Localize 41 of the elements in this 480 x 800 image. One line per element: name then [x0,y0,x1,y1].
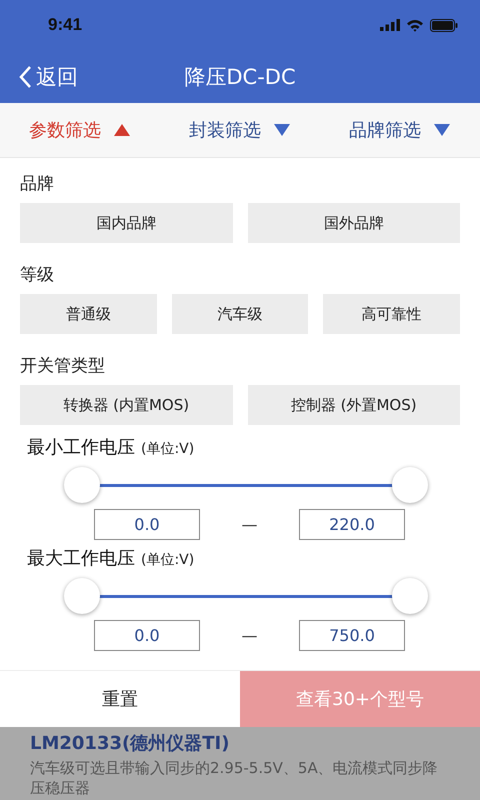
option-button[interactable]: 转换器 (内置MOS) [20,385,232,425]
range-title: 最大工作电压 [27,547,135,570]
range-separator: — [240,626,258,645]
group-title: 开关管类型 [20,355,106,377]
result-title: LM20133(德州仪器TI) [30,732,230,755]
min-input[interactable]: 0.0 [94,509,200,540]
group-title: 等级 [20,264,55,286]
page-title: 降压DC-DC [184,64,296,90]
unit-label: (单位:V) [141,551,194,569]
triangle-down-icon [433,123,451,137]
group-title: 品牌 [20,173,55,195]
chevron-left-icon [18,64,32,88]
filter-tab[interactable]: 参数筛选 [23,117,137,143]
slider-thumb[interactable] [392,578,428,614]
filter-tab[interactable]: 封装筛选 [183,117,297,143]
option-button[interactable]: 普通级 [20,294,157,334]
slider-thumb[interactable] [392,467,428,503]
battery-icon [430,18,458,32]
range-separator: — [240,515,258,534]
option-button[interactable]: 国外品牌 [248,203,460,243]
back-label: 返回 [36,64,78,90]
triangle-down-icon [273,123,291,137]
slider-thumb[interactable] [64,578,100,614]
slider-thumb[interactable] [64,467,100,503]
min-input[interactable]: 0.0 [94,620,200,651]
max-input[interactable]: 750.0 [299,620,405,651]
status-time: 9:41 [48,15,82,35]
range-title: 最小工作电压 [27,436,135,459]
filter-tab[interactable]: 品牌筛选 [343,117,457,143]
back-button[interactable]: 返回 [0,62,78,90]
wifi-icon [406,18,424,32]
result-item[interactable]: LM20133(德州仪器TI) 汽车级可选且带输入同步的2.95-5.5V、5A、电流模式同步降压稳压器 [0,727,480,800]
option-button[interactable]: 控制器 (外置MOS) [248,385,460,425]
signal-icon [380,19,400,31]
option-button[interactable]: 国内品牌 [20,203,232,243]
unit-label: (单位:V) [141,440,194,458]
max-input[interactable]: 220.0 [299,509,405,540]
result-description: 汽车级可选且带输入同步的2.95-5.5V、5A、电流模式同步降压稳压器 [30,759,439,798]
triangle-up-icon [113,123,131,137]
option-button[interactable]: 高可靠性 [323,294,460,334]
option-button[interactable]: 汽车级 [172,294,308,334]
